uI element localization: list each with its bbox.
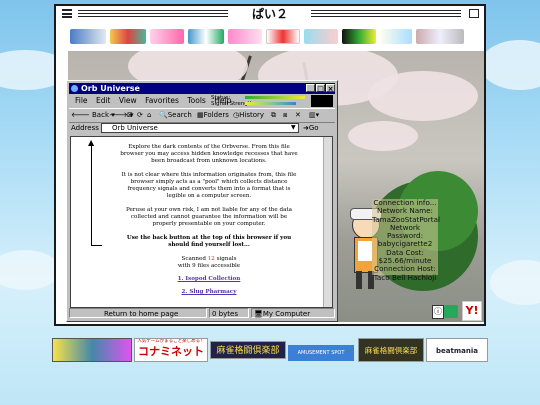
banner-4[interactable]: [188, 29, 224, 44]
back-hint-arrow: [91, 145, 102, 246]
banner-5[interactable]: [228, 29, 262, 44]
browser-window: Orb Universe _ □ × File Edit View Favori…: [66, 80, 338, 322]
banner-6[interactable]: [266, 29, 300, 44]
address-bar: Address Orb Universe ▼ ➜Go: [69, 122, 335, 134]
intro-paragraph: Explore the dark contents of the Orbvers…: [120, 144, 298, 164]
window-titlebar[interactable]: Orb Universe _ □ ×: [69, 83, 335, 94]
address-value: Orb Universe: [112, 124, 158, 132]
minimize-button[interactable]: _: [306, 84, 315, 93]
files-line: with 9 files accessible: [177, 263, 241, 269]
scanned-count: 12: [207, 256, 215, 262]
close-button[interactable]: ×: [326, 84, 335, 93]
stop-icon[interactable]: ⊠: [127, 109, 133, 122]
go-label: Go: [308, 124, 319, 132]
menu-favorites[interactable]: Favorites: [145, 96, 179, 105]
banner-7[interactable]: [304, 29, 338, 44]
bottom-banner-mahjong-2[interactable]: 麻雀格闘倶楽部: [358, 338, 424, 362]
throbber-icon: [311, 95, 333, 107]
address-label: Address: [71, 124, 99, 132]
bottom-banner-mahjong[interactable]: 麻雀格闘倶楽部: [210, 341, 286, 359]
status-zone: 🖥My Computer: [251, 308, 335, 318]
signal-strength-meter: [245, 102, 296, 105]
banner-8[interactable]: [342, 29, 376, 44]
views-icon[interactable]: ▥▾: [309, 109, 319, 122]
menu-view[interactable]: View: [119, 96, 137, 105]
maximize-button[interactable]: □: [316, 84, 325, 93]
status-size: 0 bytes: [209, 308, 249, 318]
banner-3[interactable]: [150, 29, 184, 44]
banner-2[interactable]: [110, 29, 146, 44]
home-icon[interactable]: ⌂: [147, 109, 151, 122]
status-bar-meter: [245, 96, 305, 99]
back-hint-text: Use the back button at the top of this b…: [126, 235, 292, 248]
beatmania-label: beatmania IIDX: [436, 347, 478, 355]
folders-button[interactable]: ▦Folders: [197, 109, 229, 122]
mahjong-label: 麻雀格闘倶楽部: [216, 346, 280, 356]
go-button[interactable]: ➜Go: [303, 122, 319, 134]
blossom: [368, 71, 478, 121]
menu-file[interactable]: File: [75, 96, 88, 105]
back-label: Back: [92, 111, 109, 119]
amusement-label: AMUSEMENT SPOT: [297, 350, 345, 356]
address-input[interactable]: Orb Universe: [101, 123, 299, 133]
link-isopod-collection[interactable]: 1. Isopod Collection: [119, 276, 299, 283]
scanned-prefix: Scanned: [181, 256, 206, 262]
conn-line: Taco Bell Hachioji: [373, 272, 437, 282]
disclaimer-paragraph: Peruse at your own risk, I am not liable…: [125, 207, 292, 227]
konami-logo: コナミネットDX: [138, 345, 204, 361]
search-button[interactable]: 🔍Search: [159, 109, 192, 122]
window-title: Orb Universe: [81, 84, 140, 93]
banner-1[interactable]: [70, 29, 106, 44]
banner-10[interactable]: [416, 29, 464, 44]
blossom: [348, 121, 418, 151]
titlebar-lines: [311, 10, 461, 18]
origin-paragraph: It is not clear where this information o…: [121, 172, 297, 199]
green-app-icon[interactable]: [444, 305, 458, 318]
search-label: Search: [167, 111, 192, 119]
bottom-banner-1[interactable]: [52, 338, 132, 362]
menu-edit[interactable]: Edit: [96, 96, 111, 105]
address-dropdown-icon[interactable]: ▼: [291, 123, 299, 133]
cloud: [0, 250, 60, 290]
cloud: [490, 260, 540, 305]
mahjong2-label: 麻雀格闘倶楽部: [364, 346, 418, 355]
link-slug-pharmacy[interactable]: 2. Slug Pharmacy: [119, 289, 299, 296]
bottom-banner-beatmania[interactable]: beatmania IIDX: [426, 338, 488, 362]
folders-label: Folders: [203, 111, 229, 119]
yahoo-icon[interactable]: Y!: [462, 301, 482, 321]
page-content: ▲ Explore the dark contents of the Orbve…: [70, 136, 333, 308]
conn-line: Network Password:: [387, 222, 423, 241]
info-icon[interactable]: ⓘ: [432, 305, 444, 319]
scan-summary: Scanned 12 signals: [119, 256, 299, 263]
banner-9[interactable]: [380, 29, 412, 44]
refresh-icon[interactable]: ⟳: [137, 109, 143, 122]
bottom-banner-amusement[interactable]: AMUSEMENT SPOT: [288, 345, 354, 361]
menu-tools[interactable]: Tools: [187, 96, 205, 105]
bottom-banner-konami[interactable]: 人気ゲームがまるごと楽しめる！ コナミネットDX: [134, 338, 208, 362]
globe-icon: [71, 85, 78, 92]
move-icon[interactable]: ⧉: [271, 109, 276, 122]
delete-icon[interactable]: ✕: [295, 109, 301, 122]
vertical-scrollbar[interactable]: [323, 137, 332, 307]
cloud: [480, 40, 540, 90]
arrow-head-icon: ▲: [88, 138, 95, 147]
toolbar: 🡐 Back ▾ 🡒 ▾ ⊠ ⟳ ⌂ 🔍Search ▦Folders ◷His…: [69, 108, 335, 123]
status-bar: Return to home page 0 bytes 🖥My Computer: [69, 308, 335, 319]
copy-icon[interactable]: ⧈: [283, 109, 287, 122]
banner-row: [56, 23, 484, 51]
status-text: Return to home page: [69, 308, 207, 318]
status-zone-label: My Computer: [262, 310, 311, 318]
connection-info-panel: Connection info... Network Name: TamaZoo…: [372, 198, 440, 281]
close-box-icon[interactable]: [469, 9, 479, 18]
scanned-suffix: signals: [216, 256, 237, 262]
history-button[interactable]: ◷History: [233, 109, 264, 122]
history-label: History: [239, 111, 265, 119]
